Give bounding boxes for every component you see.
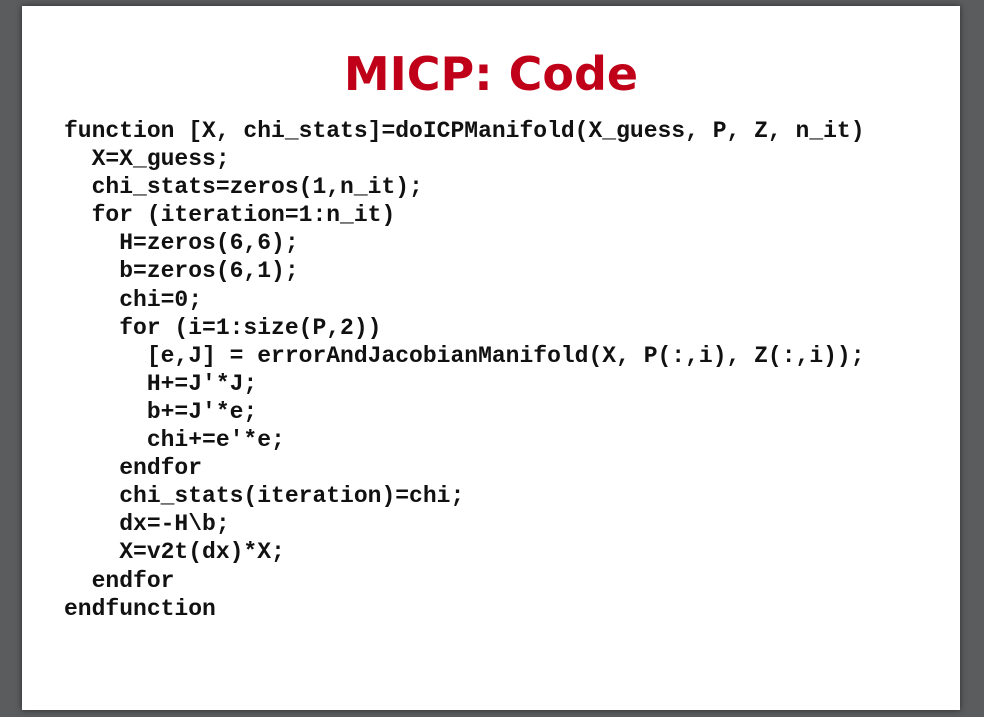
code-block: function [X, chi_stats]=doICPManifold(X_… xyxy=(64,117,865,623)
code-line: chi_stats(iteration)=chi; xyxy=(64,483,465,510)
document-viewer: MICP: Code function [X, chi_stats]=doICP… xyxy=(0,0,984,717)
code-line: H+=J'*J; xyxy=(64,370,258,397)
code-line: chi+=e'*e; xyxy=(64,427,285,454)
code-line: chi=0; xyxy=(64,286,203,313)
code-line: endfor xyxy=(64,455,203,482)
code-line: dx=-H\b; xyxy=(64,511,230,538)
code-line: X=v2t(dx)*X; xyxy=(64,539,285,566)
code-line: b=zeros(6,1); xyxy=(64,258,299,285)
code-line: endfunction xyxy=(64,595,216,622)
code-line: [e,J] = errorAndJacobianManifold(X, P(:,… xyxy=(64,342,865,369)
code-line: chi_stats=zeros(1,n_it); xyxy=(64,174,423,201)
code-line: b+=J'*e; xyxy=(64,398,258,425)
slide-title: MICP: Code xyxy=(343,47,639,101)
slide-page: MICP: Code function [X, chi_stats]=doICP… xyxy=(22,6,960,710)
code-line: for (iteration=1:n_it) xyxy=(64,202,396,229)
code-line: function [X, chi_stats]=doICPManifold(X_… xyxy=(64,118,865,144)
code-line: H=zeros(6,6); xyxy=(64,230,299,257)
code-line: X=X_guess; xyxy=(64,146,230,173)
code-line: for (i=1:size(P,2)) xyxy=(64,314,382,341)
code-line: endfor xyxy=(64,567,175,594)
